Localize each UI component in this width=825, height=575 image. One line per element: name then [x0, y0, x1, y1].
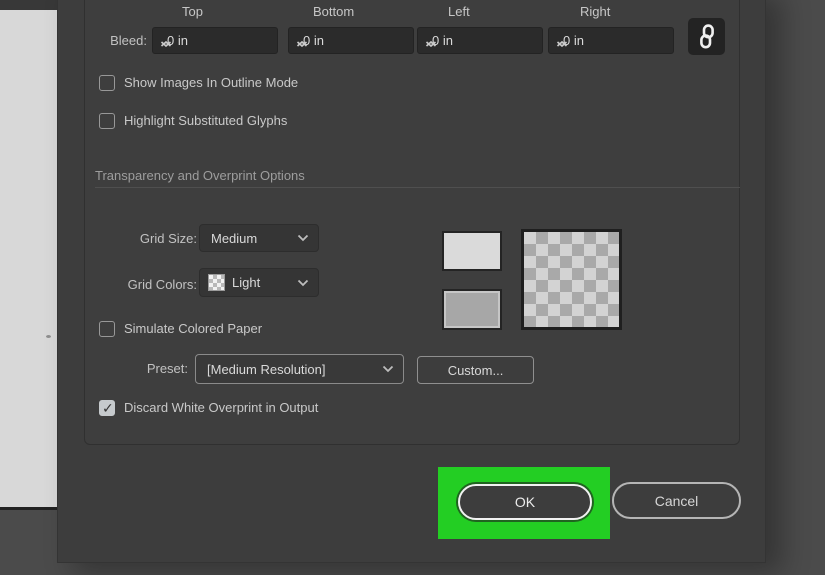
transparency-grid-preview	[521, 229, 622, 330]
custom-button[interactable]: Custom...	[417, 356, 534, 384]
canvas-speck	[46, 335, 51, 338]
highlight-substituted-glyphs-checkbox[interactable]	[99, 113, 115, 129]
show-images-outline-label: Show Images In Outline Mode	[124, 75, 299, 90]
show-images-outline-checkbox[interactable]	[99, 75, 115, 91]
bleed-left-field[interactable]: 0 in	[417, 27, 543, 54]
link-bleed-values-button[interactable]	[688, 18, 725, 55]
chevron-down-icon	[382, 365, 394, 373]
cancel-button[interactable]: Cancel	[612, 482, 741, 519]
bleed-col-label-top: Top	[182, 4, 203, 19]
discard-white-overprint-checkbox[interactable]	[99, 400, 115, 417]
grid-light-swatch	[442, 231, 502, 271]
options-panel	[84, 0, 740, 445]
grid-colors-dropdown[interactable]: Light	[199, 268, 319, 297]
ok-button[interactable]: OK	[458, 484, 592, 520]
bleed-col-label-right: Right	[580, 4, 611, 19]
preset-value: [Medium Resolution]	[207, 361, 326, 377]
bleed-label: Bleed:	[110, 33, 147, 48]
grid-size-value: Medium	[211, 230, 258, 246]
bleed-col-label-left: Left	[448, 4, 470, 19]
chain-link-icon	[699, 24, 714, 49]
transparency-section-title: Transparency and Overprint Options	[95, 168, 305, 183]
bleed-bottom-field[interactable]: 0 in	[288, 27, 414, 54]
grid-colors-value: Light	[232, 275, 261, 290]
grid-gray-swatch	[442, 289, 502, 330]
app-background-corner	[0, 0, 57, 10]
grid-size-dropdown[interactable]: Medium	[199, 224, 319, 252]
screen: Top Bottom Left Right Bleed: 0 in 0 in 0…	[0, 0, 825, 575]
preset-dropdown[interactable]: [Medium Resolution]	[195, 354, 404, 384]
simulate-colored-paper-label: Simulate Colored Paper	[124, 321, 263, 336]
chevron-down-icon	[297, 279, 309, 286]
preset-label: Preset:	[146, 361, 188, 376]
grid-colors-label: Grid Colors:	[127, 277, 197, 292]
bleed-right-field[interactable]: 0 in	[548, 27, 674, 54]
checkerboard-icon	[208, 274, 225, 291]
chevron-down-icon	[297, 234, 309, 242]
canvas-behind-dialog	[0, 10, 57, 510]
discard-white-overprint-label: Discard White Overprint in Output	[124, 400, 319, 415]
bleed-col-label-bottom: Bottom	[313, 4, 355, 19]
grid-size-label: Grid Size:	[139, 231, 197, 246]
simulate-colored-paper-checkbox[interactable]	[99, 321, 115, 337]
highlight-substituted-glyphs-label: Highlight Substituted Glyphs	[124, 113, 288, 128]
section-divider	[95, 187, 740, 188]
bleed-top-field[interactable]: 0 in	[152, 27, 278, 54]
